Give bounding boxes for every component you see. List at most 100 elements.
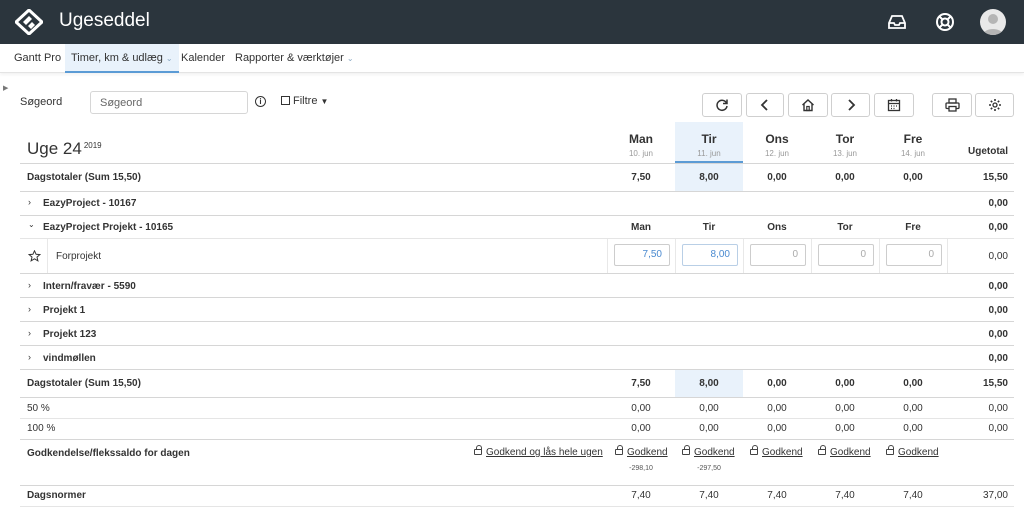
day-total-wed: 0,00 [767, 378, 787, 389]
divider [811, 239, 812, 273]
divider [20, 273, 1014, 274]
hour-input-tue[interactable]: 8,00 [682, 244, 738, 266]
day-norm-thu: 7,40 [835, 490, 855, 501]
app-logo-icon[interactable] [15, 9, 43, 35]
settings-button[interactable] [975, 93, 1014, 117]
week-title: Uge 24 2019 [27, 139, 102, 158]
rate-value-fri: 0,00 [903, 423, 923, 434]
lock-icon [474, 445, 482, 455]
refresh-icon [716, 99, 728, 112]
divider [20, 418, 1014, 419]
rate-total: 0,00 [988, 403, 1008, 414]
lock-icon [818, 445, 826, 455]
project-total: 0,00 [988, 329, 1008, 340]
rate-value-thu: 0,00 [835, 423, 855, 434]
divider [607, 239, 608, 273]
sub-day-header-thu: Tor [837, 222, 853, 233]
sub-day-header-tue: Tir [702, 222, 716, 233]
hour-input-fri[interactable]: 0 [886, 244, 942, 266]
calendar-icon [887, 99, 901, 112]
sub-day-header-mon: Man [631, 222, 651, 233]
rate-value-mon: 0,00 [631, 423, 651, 434]
rate-value-tue: 0,00 [699, 403, 719, 414]
chevron-left-icon [760, 99, 768, 111]
approve-lock-week-link[interactable]: Godkend og lås hele ugen [474, 445, 603, 458]
flex-saldo-mon: -298,10 [629, 465, 653, 472]
nav-kalender[interactable]: Kalender [181, 44, 225, 73]
divider [20, 345, 1014, 346]
week-total: 15,50 [982, 378, 1008, 389]
rate-value-mon: 0,00 [631, 403, 651, 414]
divider [20, 238, 1014, 239]
chevron-right-icon[interactable]: › [28, 304, 31, 314]
nav-gantt-pro[interactable]: Gantt Pro [14, 44, 61, 73]
day-norms-label: Dagsnormer [27, 490, 86, 501]
info-icon[interactable]: i [255, 96, 266, 107]
divider [20, 297, 1014, 298]
day-date-mon: 10. jun [628, 149, 654, 158]
divider [20, 215, 1014, 216]
task-label: Forprojekt [56, 251, 102, 262]
next-week-button[interactable] [831, 93, 870, 117]
rate-value-thu: 0,00 [835, 403, 855, 414]
top-bar: Ugeseddel [0, 0, 1024, 44]
project-label: Intern/fravær - 5590 [43, 281, 136, 292]
sidebar-expand-icon[interactable]: ▶ [3, 84, 8, 92]
search-input[interactable] [90, 91, 248, 114]
rate-total: 0,00 [988, 423, 1008, 434]
approve-day-link-thu[interactable]: Godkend [818, 445, 871, 458]
project-total: 0,00 [988, 222, 1008, 233]
hour-input-thu[interactable]: 0 [818, 244, 874, 266]
approve-day-link-mon[interactable]: Godkend [615, 445, 668, 458]
day-header-tue: Tir [701, 132, 717, 146]
hour-input-wed[interactable]: 0 [750, 244, 806, 266]
filter-button[interactable]: Filtre ▼ [281, 95, 328, 107]
lock-icon [886, 445, 894, 455]
rate-value-wed: 0,00 [767, 403, 787, 414]
divider [20, 397, 1014, 398]
rate-label: 50 % [27, 403, 50, 414]
rate-label: 100 % [27, 423, 56, 434]
approve-day-link-tue[interactable]: Godkend [682, 445, 735, 458]
print-button[interactable] [932, 93, 972, 117]
previous-week-button[interactable] [746, 93, 784, 117]
approve-day-link-fri[interactable]: Godkend [886, 445, 939, 458]
day-total-wed: 0,00 [767, 172, 787, 183]
divider [47, 239, 48, 273]
calendar-picker-button[interactable] [874, 93, 914, 117]
divider [20, 369, 1014, 370]
day-header-thu: Tor [835, 132, 855, 146]
lock-icon [615, 445, 623, 455]
divider [879, 239, 880, 273]
day-totals-label: Dagstotaler (Sum 15,50) [27, 378, 141, 389]
divider [20, 191, 1014, 192]
chevron-right-icon[interactable]: › [28, 280, 31, 290]
day-total-tue: 8,00 [699, 172, 719, 183]
chevron-down-icon: ⌄ [165, 54, 173, 63]
help-lifebuoy-icon[interactable] [934, 11, 956, 33]
print-icon [944, 98, 960, 112]
divider [20, 321, 1014, 322]
current-week-button[interactable] [788, 93, 828, 117]
project-total: 0,00 [988, 353, 1008, 364]
week-norm-total: 37,00 [982, 490, 1008, 501]
hour-input-mon[interactable]: 7,50 [614, 244, 670, 266]
project-label: Projekt 1 [43, 305, 86, 316]
project-label: EazyProject Projekt - 10165 [43, 222, 174, 233]
lock-icon [750, 445, 758, 455]
user-avatar[interactable] [980, 9, 1006, 35]
chevron-right-icon[interactable]: › [28, 197, 31, 207]
chevron-down-icon[interactable]: ⌄ [28, 220, 35, 229]
chevron-right-icon [847, 99, 855, 111]
star-favorite-icon[interactable] [28, 250, 41, 262]
day-date-tue: 11. jun [697, 149, 721, 158]
divider [947, 239, 948, 273]
inbox-icon[interactable] [886, 11, 908, 33]
chevron-right-icon[interactable]: › [28, 328, 31, 338]
nav-timer-km-udlaeg[interactable]: Timer, km & udlæg ⌄ [65, 44, 179, 73]
nav-rapporter-vaerktoejer[interactable]: Rapporter & værktøjer ⌄ [235, 44, 354, 73]
day-date-thu: 13. jun [832, 149, 858, 158]
chevron-right-icon[interactable]: › [28, 352, 31, 362]
approve-day-link-wed[interactable]: Godkend [750, 445, 803, 458]
refresh-button[interactable] [702, 93, 742, 117]
